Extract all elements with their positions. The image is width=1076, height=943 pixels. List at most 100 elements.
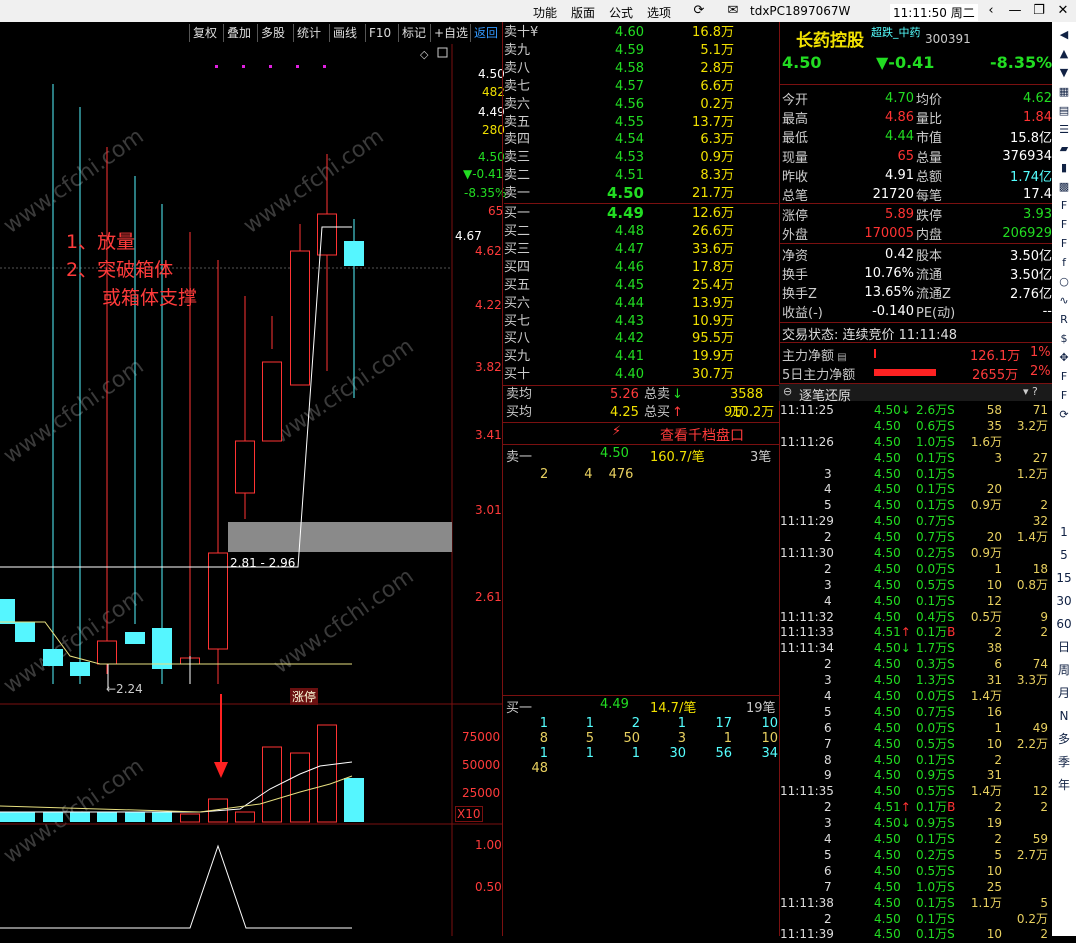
arrow-down-icon[interactable]: ▼ (1052, 64, 1076, 82)
bid1-queue-items: 1 1 2 1 17 10 8 5 50 3 1 10 1 1 1 30 56 34 48 (506, 716, 778, 776)
bid-row[interactable]: 买九 4.41 19.9万 (504, 348, 734, 366)
tb-draw[interactable]: 画线 (329, 24, 360, 42)
chart-icon[interactable]: ▰ (1052, 140, 1076, 158)
bid-row[interactable]: 买一 4.49 12.6万 (504, 204, 734, 223)
period-9[interactable]: 多 (1052, 729, 1076, 749)
bid-row[interactable]: 买四 4.46 17.8万 (504, 259, 734, 277)
candle-icon[interactable]: ▮ (1052, 159, 1076, 177)
ask-row[interactable]: 卖九 4.59 5.1万 (504, 42, 734, 60)
ask-row[interactable]: 卖三 4.53 0.9万 (504, 149, 734, 167)
period-1[interactable]: 5 (1052, 545, 1076, 565)
period-3[interactable]: 30 (1052, 591, 1076, 611)
axis-price: 4.22 (475, 298, 502, 312)
table-icon[interactable]: ▩ (1052, 178, 1076, 196)
period-10[interactable]: 季 (1052, 752, 1076, 772)
fz-icon[interactable]: F (1052, 235, 1076, 253)
collapse-icon[interactable]: ⊖ (783, 385, 792, 398)
menu-formula[interactable]: 公式 (609, 4, 633, 21)
tick-row: 9 4.50 0.9万S 31 (824, 768, 1002, 783)
rsi-icon[interactable]: R (1052, 311, 1076, 329)
tb-f10[interactable]: F10 (365, 24, 394, 42)
tb-fuquan[interactable]: 复权 (189, 24, 220, 42)
menu-layout[interactable]: 版面 (571, 4, 595, 21)
list-icon[interactable]: ☰ (1052, 121, 1076, 139)
mail-icon[interactable]: ✉ (722, 2, 744, 20)
restore-icon[interactable]: ❐ (1028, 2, 1050, 20)
bid-row[interactable]: 买十 4.40 30.7万 (504, 366, 734, 384)
tb-add-watch[interactable]: +自选 (430, 24, 471, 42)
ask-row[interactable]: 卖六 4.56 0.2万 (504, 96, 734, 114)
ask-row[interactable]: 卖八 4.58 2.8万 (504, 60, 734, 78)
bid-row[interactable]: 买八 4.42 95.5万 (504, 330, 734, 348)
ask-row[interactable]: 卖五 4.55 13.7万 (504, 114, 734, 132)
f10-icon[interactable]: F (1052, 197, 1076, 215)
f5-icon[interactable]: F (1052, 387, 1076, 405)
quote-stats2: 涨停 5.89 跌停 3.93 外盘 170005 内盘 206929 (782, 205, 1052, 243)
ask-row[interactable]: 卖一 4.50 21.7万 (504, 184, 734, 203)
ask-row[interactable]: 卖二 4.51 8.3万 (504, 167, 734, 185)
tick-row: 11:11:29 4.50 0.7万S 32 (780, 514, 1048, 529)
period-6[interactable]: 周 (1052, 660, 1076, 680)
ask-row[interactable]: 卖七 4.57 6.6万 (504, 78, 734, 96)
filter-icon[interactable]: ▾ ? (1023, 385, 1038, 398)
bid-row[interactable]: 买五 4.45 25.4万 (504, 277, 734, 295)
refresh-icon[interactable]: ⟳ (1052, 406, 1076, 424)
tick-list: 11:11:25 4.50↓ 2.6万S 58 71 4.50 0.6万S 35 3.2万 11:… (780, 403, 1052, 943)
candle-up (97, 640, 117, 665)
doc-icon[interactable]: ▤ (1052, 102, 1076, 120)
bid-row[interactable]: 买六 4.44 13.9万 (504, 295, 734, 313)
annotation-line2: 2、突破箱体 (66, 259, 174, 281)
watermark: www.cfchi.com (0, 124, 149, 239)
bid-row[interactable]: 买二 4.48 26.6万 (504, 223, 734, 241)
tb-multi[interactable]: 多股 (257, 24, 288, 42)
depth-link[interactable]: 查看千档盘口 (660, 425, 744, 445)
period-11[interactable]: 年 (1052, 775, 1076, 795)
ask-row[interactable]: 卖四 4.54 6.3万 (504, 131, 734, 149)
refresh-icon[interactable]: ⟳ (688, 2, 710, 20)
tick-row: 7 4.50 0.5万S 10 2.2万 (824, 736, 1048, 751)
move-icon[interactable]: ✥ (1052, 349, 1076, 367)
wave-icon[interactable]: ∿ (1052, 292, 1076, 310)
queue-row: 8 5 50 3 1 10 (539, 731, 778, 746)
grid-icon[interactable]: ▦ (1052, 83, 1076, 101)
volume-bar (317, 724, 337, 823)
period-5[interactable]: 日 (1052, 637, 1076, 657)
arrow-left-icon[interactable]: ◀ (1052, 26, 1076, 44)
period-0[interactable]: 1 (1052, 522, 1076, 542)
circle-icon[interactable]: ○ (1052, 273, 1076, 291)
tick-row: 8 4.50 0.1万S 2 (824, 752, 1002, 767)
menu-function[interactable]: 功能 (533, 4, 557, 21)
tb-stats[interactable]: 统计 (293, 24, 324, 42)
back-icon[interactable]: ‹ (980, 2, 1002, 20)
kline-chart[interactable]: www.cfchi.com www.cfchi.com www.cfchi.co… (0, 44, 502, 936)
stat-row: 现量 65 总量 376934 (782, 148, 1052, 166)
period-7[interactable]: 月 (1052, 683, 1076, 703)
tick-row: 11:11:26 4.50 1.0万S 1.6万 (780, 434, 1002, 449)
tb-mark[interactable]: 标记 (398, 24, 429, 42)
arrow-up-icon[interactable]: ▲ (1052, 45, 1076, 63)
ask-row[interactable]: 卖十¥ 4.60 16.8万 (504, 24, 734, 42)
bid-row[interactable]: 买三 4.47 33.6万 (504, 241, 734, 259)
stat-row: 最高 4.86 量比 1.84 (782, 110, 1052, 128)
stat-row: 今开 4.70 均价 4.62 (782, 91, 1052, 109)
watermark: www.cfchi.com (0, 354, 149, 469)
menu-options[interactable]: 选项 (647, 4, 671, 21)
period-4[interactable]: 60 (1052, 614, 1076, 634)
period-8[interactable]: N (1052, 706, 1076, 726)
tb-return[interactable]: 返回 (470, 24, 501, 42)
lightning-icon: ⚡ (612, 424, 622, 439)
tick-row: 2 4.51↑ 0.1万B 2 2 (824, 800, 1048, 815)
f-icon[interactable]: F (1052, 216, 1076, 234)
tick-row: 2 4.50 0.3万S 6 74 (824, 657, 1048, 672)
tb-overlay[interactable]: 叠加 (223, 24, 254, 42)
trade-status: 交易状态: 连续竞价 11:11:48 (782, 328, 958, 343)
period-2[interactable]: 15 (1052, 568, 1076, 588)
dollar-icon[interactable]: $ (1052, 330, 1076, 348)
title-bar: 功能 版面 公式 选项 ⟳ ✉ tdxPC1897067W 11:11:50 周… (0, 0, 1076, 22)
fx-icon[interactable]: f (1052, 254, 1076, 272)
f2-icon[interactable]: F (1052, 368, 1076, 386)
close-icon[interactable]: ✕ (1052, 2, 1074, 20)
indicator-line (0, 844, 352, 929)
bid-row[interactable]: 买七 4.43 10.9万 (504, 313, 734, 331)
minimize-icon[interactable]: — (1004, 2, 1026, 20)
